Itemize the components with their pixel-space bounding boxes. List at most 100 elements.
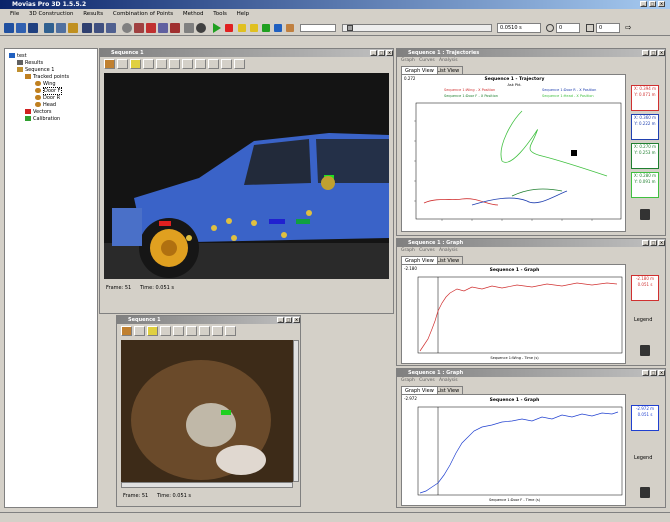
wand-icon[interactable] <box>130 59 141 69</box>
graph1-plot-area[interactable]: -2.180 Sequence 1 - Graph Sequence 1:Win… <box>401 264 626 364</box>
settings-icon[interactable] <box>122 23 132 33</box>
zoom-reset-icon[interactable] <box>208 59 219 69</box>
start-field[interactable]: 0 <box>556 23 580 33</box>
marker-icon[interactable] <box>134 23 144 33</box>
zoom-fit-icon[interactable] <box>221 59 232 69</box>
trajectories-menu[interactable]: Graph Curves Analysis <box>401 58 458 63</box>
curve-icon[interactable] <box>160 326 171 336</box>
stop-icon[interactable] <box>225 24 233 32</box>
menu-combination[interactable]: Combination of Points <box>113 11 173 17</box>
tree-point-door-r[interactable]: Door R <box>9 95 93 102</box>
back-icon[interactable] <box>274 24 282 32</box>
open-icon[interactable] <box>16 23 26 33</box>
tree-calibration[interactable]: Calibration <box>9 116 93 123</box>
pencil-icon[interactable] <box>173 326 184 336</box>
hand-icon[interactable] <box>134 326 145 336</box>
step-icon[interactable] <box>238 24 246 32</box>
zoom-in-icon[interactable] <box>199 326 210 336</box>
graph1-menu[interactable]: Graph Curves Analysis <box>401 248 458 253</box>
zoom-out-icon[interactable] <box>195 59 206 69</box>
video-frame-small[interactable] <box>121 340 293 482</box>
pencil-icon[interactable] <box>156 59 167 69</box>
close-button[interactable]: × <box>658 370 665 376</box>
arrow-right-icon[interactable]: ⇨ <box>625 24 635 32</box>
table-icon[interactable] <box>94 23 104 33</box>
close-button[interactable]: × <box>658 240 665 246</box>
vector-icon[interactable] <box>186 326 197 336</box>
minimize-button[interactable]: _ <box>370 50 377 56</box>
tab-graph-view[interactable]: Graph View <box>401 256 438 264</box>
tab-graph-view[interactable]: Graph View <box>401 66 438 74</box>
tree-results[interactable]: Results <box>9 60 93 67</box>
minimize-button[interactable]: _ <box>642 240 649 246</box>
legend-button[interactable]: Legend <box>634 455 652 461</box>
close-button[interactable]: × <box>658 50 665 56</box>
track-icon[interactable] <box>121 326 132 336</box>
menu-file[interactable]: File <box>10 11 19 17</box>
menu-method[interactable]: Method <box>183 11 204 17</box>
maximize-button[interactable]: □ <box>650 370 657 376</box>
graph-icon[interactable] <box>82 23 92 33</box>
measure-icon[interactable] <box>170 23 180 33</box>
export-icon[interactable] <box>234 59 245 69</box>
graph2-menu[interactable]: Graph Curves Analysis <box>401 378 458 383</box>
trash-icon[interactable] <box>640 209 650 220</box>
tracking-icon[interactable] <box>68 23 78 33</box>
minimize-button[interactable]: _ <box>640 1 647 7</box>
maximize-button[interactable]: □ <box>285 317 292 323</box>
zoom-reset-icon[interactable] <box>225 326 236 336</box>
camera-icon[interactable] <box>56 23 66 33</box>
curve-icon[interactable] <box>143 59 154 69</box>
end-field[interactable]: 0 <box>596 23 620 33</box>
new-icon[interactable] <box>4 23 14 33</box>
time-slider-thumb[interactable] <box>347 25 353 31</box>
wand-icon[interactable] <box>147 326 158 336</box>
maximize-button[interactable]: □ <box>650 50 657 56</box>
trash-icon[interactable] <box>640 345 650 356</box>
maximize-button[interactable]: □ <box>649 1 656 7</box>
tree-tracked-points[interactable]: Tracked points <box>9 74 93 81</box>
tree-root[interactable]: test <box>9 53 93 60</box>
minimize-button[interactable]: _ <box>642 50 649 56</box>
legend-button[interactable]: Legend <box>634 317 652 323</box>
zoom-in-icon[interactable] <box>182 59 193 69</box>
maximize-button[interactable]: □ <box>378 50 385 56</box>
play-icon[interactable] <box>213 23 221 33</box>
close-button[interactable]: × <box>386 50 393 56</box>
menu-results[interactable]: Results <box>83 11 103 17</box>
vertical-scrollbar[interactable] <box>293 340 299 482</box>
tab-graph-view[interactable]: Graph View <box>401 386 438 394</box>
close-button[interactable]: × <box>293 317 300 323</box>
hand-icon[interactable] <box>117 59 128 69</box>
tree-point-head[interactable]: Head <box>9 102 93 109</box>
trash-icon[interactable] <box>640 487 650 498</box>
trajectory-plot-area[interactable]: 0.272 Sequence 1 - Trajectory Ask Pkt. S… <box>401 74 626 232</box>
track-icon[interactable] <box>104 59 115 69</box>
minimize-button[interactable]: _ <box>277 317 284 323</box>
close-button[interactable]: × <box>658 1 665 7</box>
forward-icon[interactable] <box>250 24 258 32</box>
speed-slider[interactable] <box>300 24 336 32</box>
menu-tools[interactable]: Tools <box>213 11 227 17</box>
graph2-plot-area[interactable]: -2.972 Sequence 1 - Graph Sequence 1:Doo… <box>401 394 626 506</box>
edit-icon[interactable] <box>158 23 168 33</box>
pen-icon[interactable] <box>146 23 156 33</box>
tree-point-door-f[interactable]: Door F <box>9 87 93 95</box>
time-slider[interactable] <box>342 24 492 32</box>
pointer-icon[interactable] <box>184 23 194 33</box>
menu-help[interactable]: Help <box>237 11 250 17</box>
horizontal-scrollbar[interactable] <box>121 482 293 488</box>
sequence-icon[interactable] <box>44 23 54 33</box>
zoom-icon[interactable] <box>196 23 206 33</box>
tree-sequence[interactable]: Sequence 1 <box>9 67 93 74</box>
rewind-icon[interactable] <box>262 24 270 32</box>
minimize-button[interactable]: _ <box>642 370 649 376</box>
video-frame-main[interactable] <box>104 73 389 279</box>
menu-3d-construction[interactable]: 3D Construction <box>29 11 74 17</box>
zoom-out-icon[interactable] <box>212 326 223 336</box>
loop-icon[interactable] <box>286 24 294 32</box>
tree-vectors[interactable]: Vectors <box>9 109 93 116</box>
report-icon[interactable] <box>106 23 116 33</box>
vector-icon[interactable] <box>169 59 180 69</box>
maximize-button[interactable]: □ <box>650 240 657 246</box>
